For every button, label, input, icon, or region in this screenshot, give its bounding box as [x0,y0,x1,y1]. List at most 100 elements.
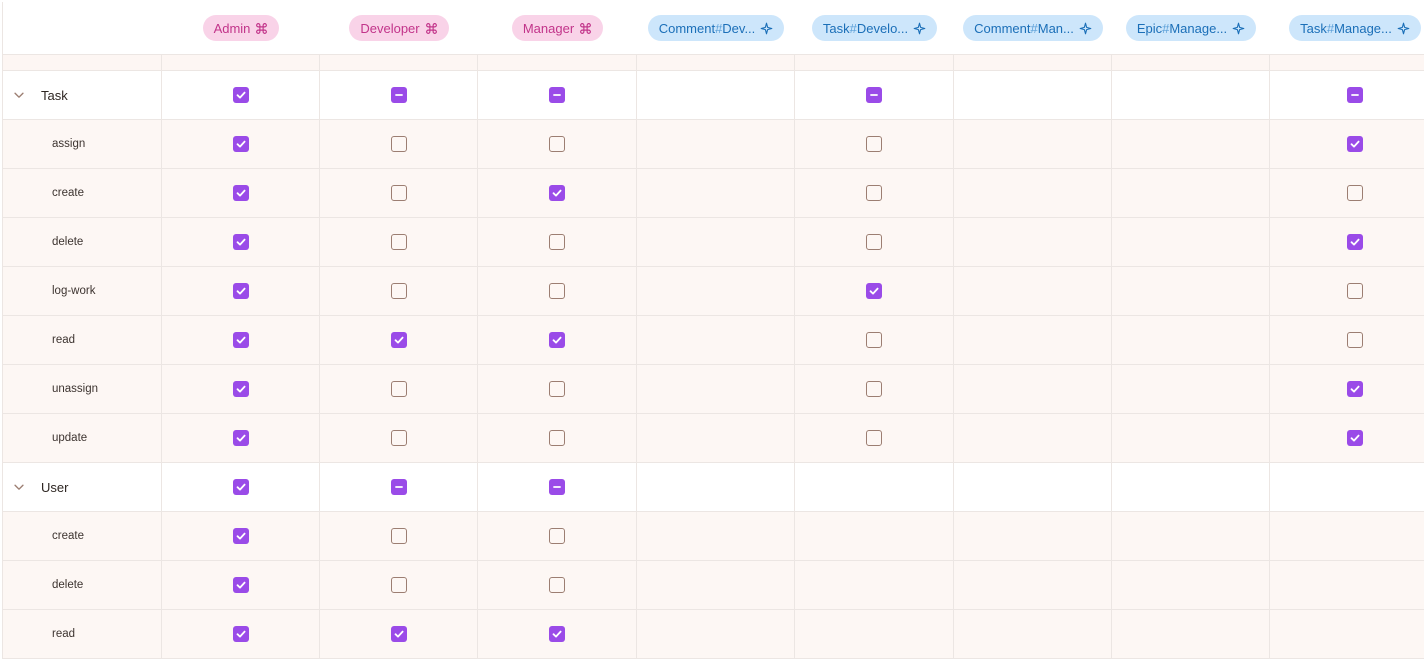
matrix-cell [1112,561,1270,609]
checkbox-unchecked[interactable] [549,577,565,593]
checkbox-unchecked[interactable] [866,381,882,397]
checkbox-unchecked[interactable] [390,136,407,152]
group-label-cell[interactable]: Task [3,71,162,119]
checkbox-unchecked[interactable] [1346,283,1363,299]
checkbox-checked[interactable] [232,87,249,103]
permission-row: delete [3,561,1424,610]
checkbox-indeterminate[interactable] [549,479,565,495]
checkbox-checked[interactable] [232,234,249,250]
checkbox-checked[interactable] [390,626,407,642]
checkbox-checked[interactable] [232,381,249,397]
group-row[interactable]: Task [3,71,1424,120]
matrix-cell [1112,169,1270,217]
checkbox-checked[interactable] [232,479,249,495]
permission-row: log-work [3,267,1424,316]
matrix-cell [162,267,320,315]
matrix-cell [954,414,1112,462]
checkbox-checked[interactable] [390,332,407,348]
checkbox-checked[interactable] [232,626,249,642]
permission-matrix: Admin Developer Manager Comment#Dev... Task#… [2,2,1424,659]
matrix-cell [478,512,637,560]
header-corner [3,2,162,54]
checkbox-checked[interactable] [549,185,565,201]
column-label: Comment#Man... [974,21,1074,36]
checkbox-checked[interactable] [866,283,882,299]
matrix-cell [795,169,954,217]
permission-row: assign [3,120,1424,169]
checkbox-checked[interactable] [232,528,249,544]
checkbox-checked[interactable] [1346,381,1363,397]
checkbox-indeterminate[interactable] [390,87,407,103]
matrix-cell [637,414,795,462]
checkbox-checked[interactable] [232,430,249,446]
matrix-cell [1270,316,1424,364]
group-row[interactable]: User [3,463,1424,512]
column-label-separator: # [849,20,857,36]
checkbox-unchecked[interactable] [866,185,882,201]
checkbox-unchecked[interactable] [549,430,565,446]
matrix-cell [1270,218,1424,266]
checkbox-indeterminate[interactable] [390,479,407,495]
checkbox-unchecked[interactable] [390,185,407,201]
role-pill[interactable]: Admin [202,15,280,41]
matrix-cell [162,365,320,413]
spacer-cell [478,55,637,70]
checkbox-checked[interactable] [1346,136,1363,152]
checkbox-checked[interactable] [1346,430,1363,446]
column-label-name: Task [1300,20,1327,36]
matrix-cell [637,169,795,217]
matrix-cell [320,120,478,168]
checkbox-unchecked[interactable] [1346,185,1363,201]
checkbox-indeterminate[interactable] [549,87,565,103]
checkbox-unchecked[interactable] [866,136,882,152]
checkbox-unchecked[interactable] [390,234,407,250]
matrix-body: Task assign create delete log-work read unassi… [3,71,1424,659]
checkbox-checked[interactable] [232,283,249,299]
checkbox-unchecked[interactable] [549,381,565,397]
command-icon [425,22,438,35]
scoped-role-pill[interactable]: Comment#Dev... [647,15,785,41]
checkbox-checked[interactable] [1346,234,1363,250]
column-label: Manager [523,21,574,36]
role-pill[interactable]: Manager [511,15,604,41]
checkbox-unchecked[interactable] [866,430,882,446]
matrix-cell [320,610,478,658]
matrix-cell [1270,267,1424,315]
matrix-cell [320,218,478,266]
checkbox-unchecked[interactable] [549,283,565,299]
checkbox-unchecked[interactable] [866,332,882,348]
matrix-cell [954,512,1112,560]
checkbox-unchecked[interactable] [866,234,882,250]
checkbox-unchecked[interactable] [549,528,565,544]
role-pill[interactable]: Developer [349,15,449,41]
checkbox-indeterminate[interactable] [866,87,882,103]
group-label-cell[interactable]: User [3,463,162,511]
chevron-down-icon[interactable] [12,88,26,102]
column-header: Task#Develo... [795,2,954,54]
checkbox-unchecked[interactable] [390,528,407,544]
checkbox-unchecked[interactable] [390,430,407,446]
scoped-role-pill[interactable]: Comment#Man... [963,15,1103,41]
column-label: Admin [214,21,251,36]
checkbox-unchecked[interactable] [1346,332,1363,348]
checkbox-checked[interactable] [232,577,249,593]
checkbox-unchecked[interactable] [390,283,407,299]
checkbox-checked[interactable] [232,185,249,201]
checkbox-checked[interactable] [232,136,249,152]
checkbox-unchecked[interactable] [549,234,565,250]
checkbox-checked[interactable] [232,332,249,348]
permission-row: create [3,169,1424,218]
matrix-cell [795,120,954,168]
checkbox-unchecked[interactable] [390,381,407,397]
scoped-role-pill[interactable]: Task#Develo... [811,15,938,41]
scoped-role-pill[interactable]: Epic#Manage... [1125,15,1257,41]
checkbox-unchecked[interactable] [390,577,407,593]
checkbox-indeterminate[interactable] [1346,87,1363,103]
matrix-cell [1112,120,1270,168]
permission-label: unassign [3,365,162,413]
checkbox-checked[interactable] [549,332,565,348]
checkbox-unchecked[interactable] [549,136,565,152]
checkbox-checked[interactable] [549,626,565,642]
scoped-role-pill[interactable]: Task#Manage... [1289,15,1421,41]
chevron-down-icon[interactable] [12,480,26,494]
